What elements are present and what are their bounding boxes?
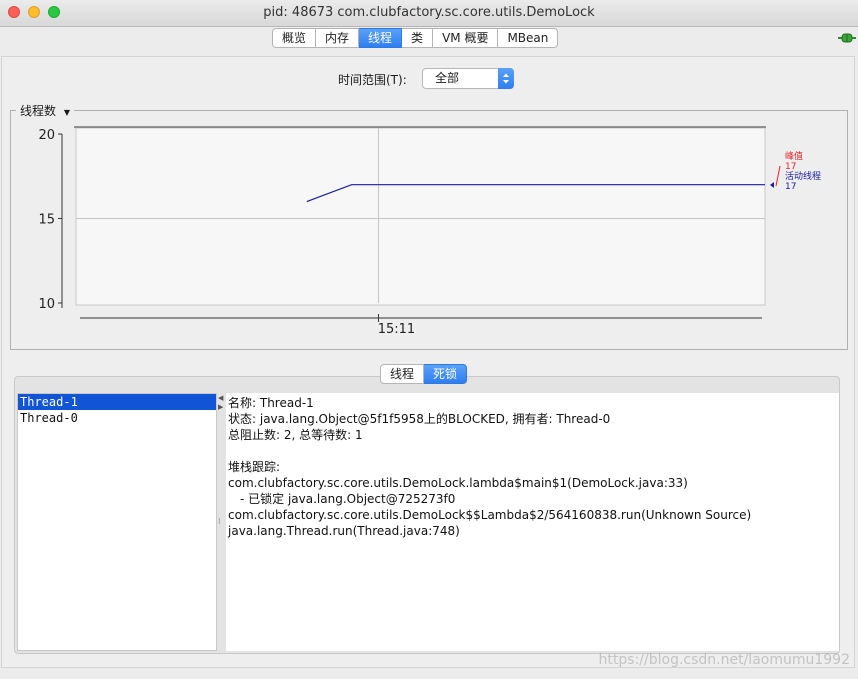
- detail-stack-frame: com.clubfactory.sc.core.utils.DemoLock.l…: [228, 476, 688, 490]
- tab-mbean[interactable]: MBean: [498, 28, 559, 48]
- window-title: pid: 48673 com.clubfactory.sc.core.utils…: [263, 5, 595, 20]
- detail-blank: [228, 443, 837, 459]
- thread-detail-pane: 名称: Thread-1 状态: java.lang.Object@5f1f59…: [226, 393, 839, 651]
- thread-list: Thread-1 Thread-0: [17, 393, 217, 651]
- subtab-threads[interactable]: 线程: [380, 364, 425, 384]
- detail-stack-frame: com.clubfactory.sc.core.utils.DemoLock$$…: [228, 508, 752, 522]
- tab-vm-summary[interactable]: VM 概要: [433, 28, 499, 48]
- splitter-grip-icon: ⁝: [218, 517, 221, 526]
- time-range-select[interactable]: 全部: [422, 68, 514, 89]
- chevron-down-icon: ▼: [63, 108, 70, 117]
- subtab-deadlock[interactable]: 死锁: [424, 364, 468, 384]
- detail-stack-header: 堆栈跟踪:: [228, 460, 281, 474]
- time-range-label: 时间范围(T):: [338, 73, 407, 87]
- detail-counts: 总阻止数: 2, 总等待数: 1: [228, 428, 363, 442]
- chart-section-label: 线程数: [20, 104, 57, 118]
- detail-locked: - 已锁定 java.lang.Object@725273f0: [240, 492, 456, 506]
- tab-classes[interactable]: 类: [402, 28, 434, 48]
- thread-subtabs: 线程 死锁: [380, 364, 468, 384]
- watermark: https://blog.csdn.net/laomumu1992: [598, 652, 850, 668]
- title-bar: pid: 48673 com.clubfactory.sc.core.utils…: [0, 0, 858, 27]
- split-pane-divider[interactable]: ◀ ▶ ⁝: [217, 393, 226, 651]
- collapse-right-icon[interactable]: ▶: [218, 404, 223, 411]
- tab-memory[interactable]: 内存: [316, 28, 360, 48]
- time-range-value: 全部: [435, 71, 460, 85]
- connection-plug-icon: [838, 33, 856, 43]
- detail-state: 状态: java.lang.Object@5f1f5958上的BLOCKED, …: [228, 412, 611, 426]
- thread-item-thread-0[interactable]: Thread-0: [18, 410, 216, 426]
- select-arrows-icon: [498, 68, 514, 89]
- tab-threads[interactable]: 线程: [359, 28, 403, 48]
- thread-item-thread-1[interactable]: Thread-1: [18, 394, 216, 410]
- detail-name: 名称: Thread-1: [228, 396, 314, 410]
- chart-section-title[interactable]: 线程数 ▼: [16, 102, 74, 119]
- thread-count-chart-frame: [10, 110, 848, 350]
- main-tabbar: 概览 内存 线程 类 VM 概要 MBean: [272, 28, 559, 48]
- collapse-left-icon[interactable]: ◀: [218, 395, 223, 402]
- detail-stack-frame: java.lang.Thread.run(Thread.java:748): [228, 524, 460, 538]
- tab-overview[interactable]: 概览: [272, 28, 317, 48]
